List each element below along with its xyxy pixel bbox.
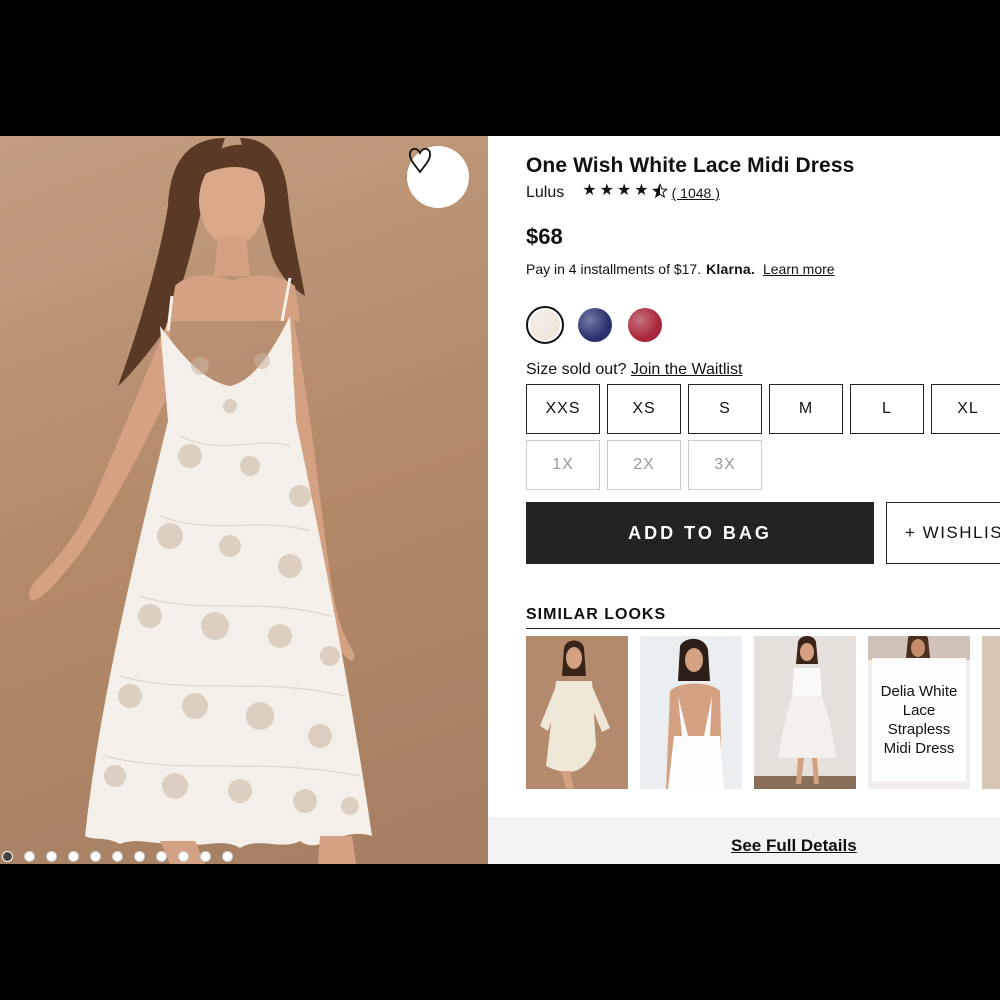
gallery-dot[interactable]: [46, 850, 57, 862]
price: $68: [526, 224, 563, 249]
gallery-dot[interactable]: [68, 850, 79, 862]
gallery-dot[interactable]: [178, 850, 189, 862]
color-swatches: [526, 306, 664, 344]
gallery-pagination: [2, 850, 233, 862]
product-page: One Wish White Lace Midi Dress Lulus ★ ★ ★…: [0, 136, 1000, 864]
brand-name: Lulus: [526, 184, 565, 201]
star-full-icon: ★: [616, 182, 632, 199]
klarna-installments: Pay in 4 installments of $17. Klarna. Le…: [526, 261, 835, 277]
product-image[interactable]: [0, 136, 488, 864]
see-details-bar: See Full Details: [488, 817, 1000, 864]
similar-looks-carousel: Delia White Lace Strapless Midi Dress: [526, 636, 1000, 789]
color-swatch-white-lace[interactable]: [526, 306, 564, 344]
similar-item-2[interactable]: [640, 636, 742, 789]
brand-rating-row: Lulus ★ ★ ★ ★ ( 1048 ): [526, 183, 720, 203]
size-option-3x[interactable]: 3X: [688, 440, 762, 490]
star-full-icon: ★: [599, 182, 614, 199]
product-info-panel: One Wish White Lace Midi Dress Lulus ★ ★ ★…: [526, 136, 1000, 864]
star-full-icon: ★: [582, 182, 597, 199]
similar-item-image: [640, 636, 742, 789]
similar-item-1[interactable]: [526, 636, 628, 789]
gallery-dot[interactable]: [2, 850, 13, 862]
similar-item-image: [754, 636, 856, 789]
review-count-link[interactable]: ( 1048 ): [672, 185, 720, 201]
similar-looks-divider: [526, 628, 1000, 629]
gallery-dot[interactable]: [112, 850, 123, 862]
size-option-xs[interactable]: XS: [607, 384, 681, 434]
size-option-m[interactable]: M: [769, 384, 843, 434]
size-sold-out-text: Size sold out?: [526, 361, 627, 378]
swatch-fill: [628, 308, 662, 342]
gallery-dot[interactable]: [134, 850, 145, 862]
size-option-l[interactable]: L: [850, 384, 924, 434]
color-swatch-red-lace[interactable]: [626, 306, 664, 344]
star-full-icon: ★: [634, 182, 649, 199]
gallery-dot[interactable]: [222, 850, 233, 862]
size-option-xxs[interactable]: XXS: [526, 384, 600, 434]
size-waitlist-row: Size sold out? Join the Waitlist: [526, 361, 742, 379]
gallery-dot[interactable]: [90, 850, 101, 862]
similar-looks-title: SIMILAR LOOKS: [526, 606, 667, 623]
swatch-fill: [578, 308, 612, 342]
gallery-dot[interactable]: [24, 850, 35, 862]
add-to-bag-button[interactable]: ADD TO BAG: [526, 502, 874, 564]
wishlist-heart-button[interactable]: [407, 146, 469, 208]
add-to-wishlist-button[interactable]: + WISHLIS: [886, 502, 1000, 564]
learn-more-link[interactable]: Learn more: [763, 261, 835, 277]
join-waitlist-link[interactable]: Join the Waitlist: [631, 361, 742, 378]
gallery-dot[interactable]: [156, 850, 167, 862]
size-option-1x[interactable]: 1X: [526, 440, 600, 490]
klarna-logo: Klarna.: [706, 261, 755, 277]
see-full-details-link[interactable]: See Full Details: [731, 836, 857, 856]
installments-text: Pay in 4 installments of $17.: [526, 261, 702, 277]
swatch-fill: [530, 310, 560, 340]
gallery-dot[interactable]: [200, 850, 211, 862]
heart-icon: [409, 147, 431, 174]
product-title: One Wish White Lace Midi Dress: [526, 154, 855, 177]
star-rating: ★ ★ ★ ★: [582, 182, 668, 203]
similar-item-image: [982, 636, 1000, 789]
size-option-s[interactable]: S: [688, 384, 762, 434]
size-option-2x[interactable]: 2X: [607, 440, 681, 490]
size-option-xl[interactable]: XL: [931, 384, 1000, 434]
similar-item-label: Delia White Lace Strapless Midi Dress: [872, 658, 966, 781]
model-illustration: [28, 138, 372, 864]
review-count: ( 1048 ): [671, 185, 720, 201]
similar-item-3[interactable]: [754, 636, 856, 789]
similar-item-5[interactable]: [982, 636, 1000, 789]
color-swatch-navy-lace[interactable]: [576, 306, 614, 344]
star-half-icon: [651, 183, 668, 203]
similar-item-4[interactable]: Delia White Lace Strapless Midi Dress: [868, 636, 970, 789]
similar-item-image: [526, 636, 628, 789]
